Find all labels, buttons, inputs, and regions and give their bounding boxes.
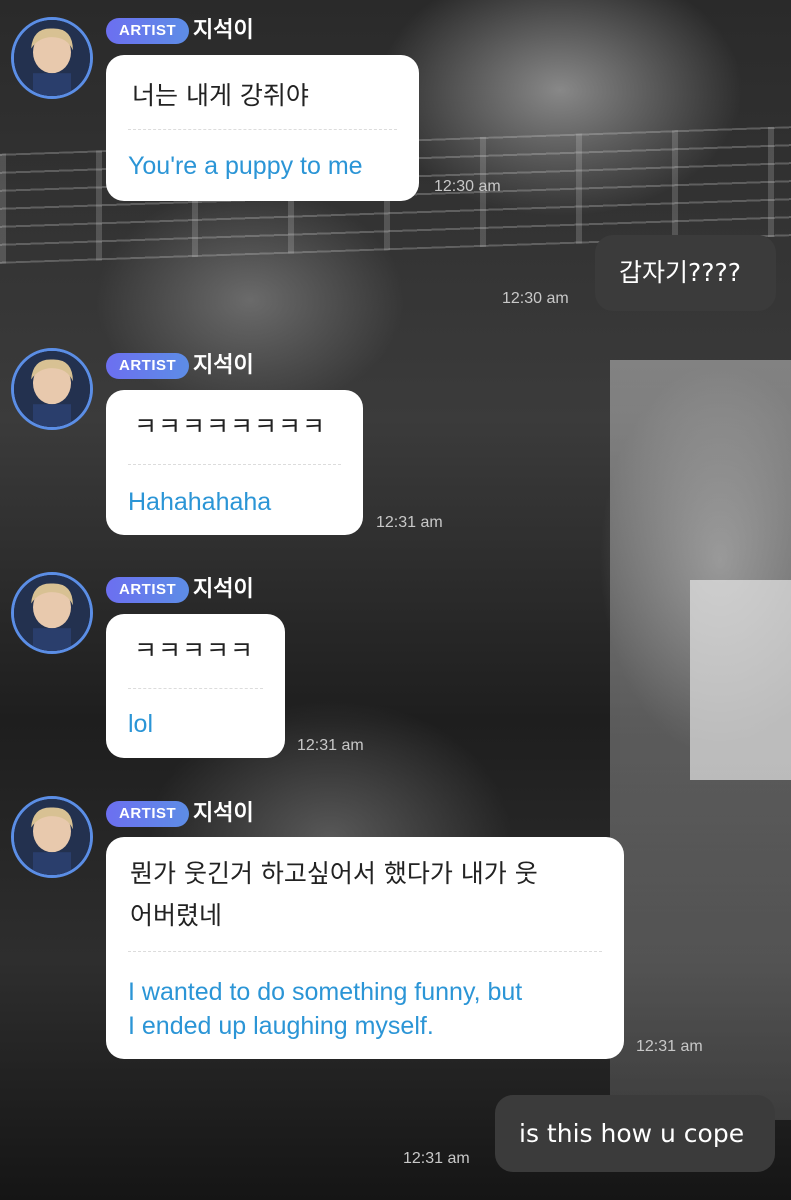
- artist-badge: ARTIST: [106, 18, 190, 44]
- original-text: ㅋㅋㅋㅋㅋㅋㅋㅋ: [134, 412, 327, 441]
- bubble-divider: [128, 129, 397, 130]
- translation-text-line: I wanted to do something funny, but: [128, 978, 523, 1006]
- artist-avatar-icon[interactable]: [11, 796, 93, 878]
- message-time: 12:30 am: [434, 178, 501, 195]
- sender-name: 지석이: [193, 353, 254, 378]
- sender-name: 지석이: [193, 577, 254, 602]
- sender-name: 지석이: [193, 18, 254, 43]
- artist-avatar-icon[interactable]: [11, 17, 93, 99]
- original-text-line: 뭔가 웃긴거 하고싶어서 했다가 내가 웃: [130, 859, 538, 888]
- original-text: ㅋㅋㅋㅋㅋ: [134, 636, 255, 665]
- artist-badge: ARTIST: [106, 801, 190, 827]
- translation-text: You're a puppy to me: [128, 152, 363, 180]
- translation-text-line: I ended up laughing myself.: [128, 1012, 434, 1040]
- artist-badge: ARTIST: [106, 353, 190, 379]
- message-time: 12:31 am: [297, 737, 364, 754]
- artist-avatar-icon[interactable]: [11, 348, 93, 430]
- my-message-bubble[interactable]: 갑자기????: [595, 235, 776, 311]
- message-time: 12:31 am: [636, 1038, 703, 1055]
- message-bubble[interactable]: ㅋㅋㅋㅋㅋㅋㅋㅋ Hahahahaha: [106, 390, 363, 535]
- my-message-text: is this how u cope: [519, 1118, 745, 1148]
- artist-avatar-icon[interactable]: [11, 572, 93, 654]
- my-message-text: 갑자기????: [619, 258, 742, 287]
- my-message-bubble[interactable]: is this how u cope: [495, 1095, 775, 1172]
- message-time: 12:31 am: [376, 514, 443, 531]
- background-label-card: [690, 580, 791, 780]
- original-text-line: 어버렸네: [130, 901, 223, 930]
- bubble-divider: [128, 688, 263, 689]
- artist-badge: ARTIST: [106, 577, 190, 603]
- bubble-divider: [128, 464, 341, 465]
- message-bubble[interactable]: 뭔가 웃긴거 하고싶어서 했다가 내가 웃 어버렸네 I wanted to d…: [106, 837, 624, 1059]
- original-text: 너는 내게 강쥐야: [132, 81, 309, 110]
- sender-name: 지석이: [193, 801, 254, 826]
- message-bubble[interactable]: 너는 내게 강쥐야 You're a puppy to me: [106, 55, 419, 201]
- message-time: 12:30 am: [502, 290, 569, 307]
- translation-text: Hahahahaha: [128, 488, 272, 516]
- message-time: 12:31 am: [403, 1150, 470, 1167]
- message-bubble[interactable]: ㅋㅋㅋㅋㅋ lol: [106, 614, 285, 758]
- translation-text: lol: [128, 710, 154, 738]
- bubble-divider: [128, 951, 602, 952]
